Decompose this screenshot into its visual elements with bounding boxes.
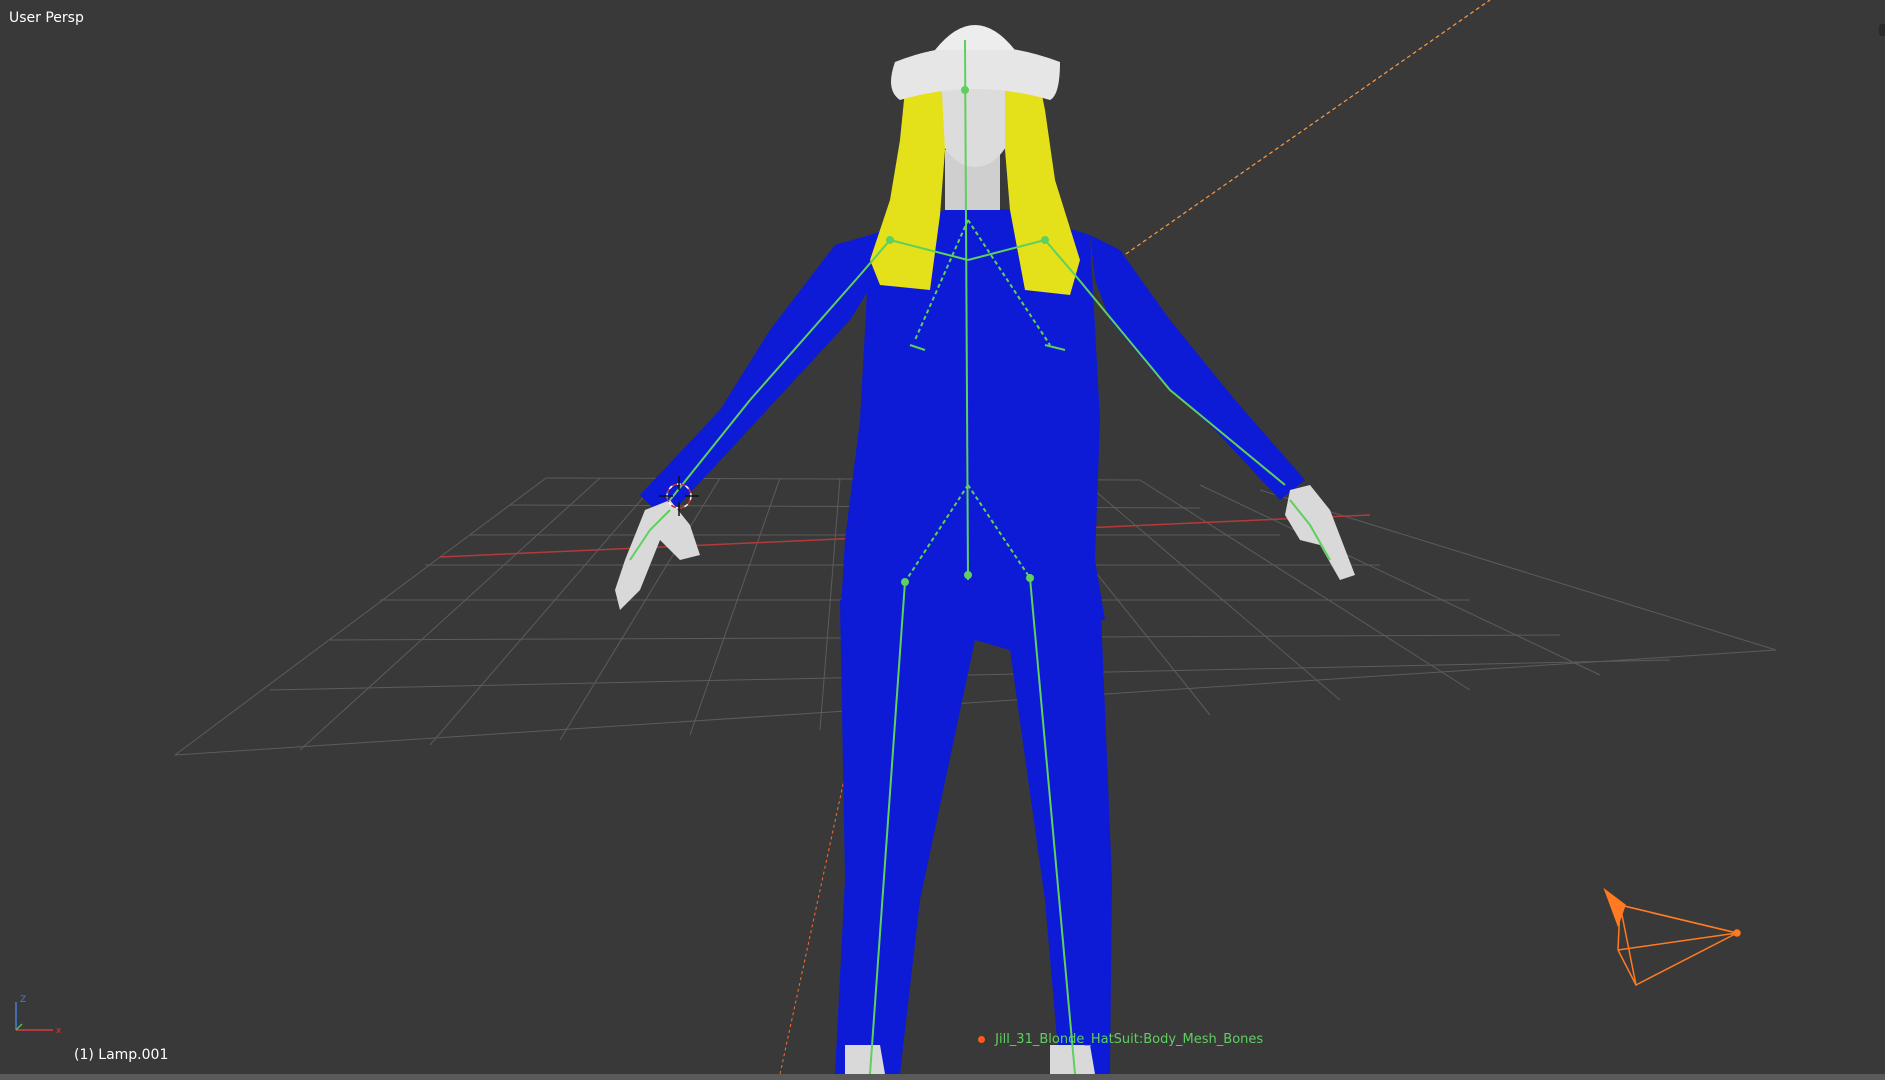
active-object-label: (1) Lamp.001 [74, 1047, 169, 1063]
lamp-direction-line [1119, 0, 1491, 259]
origin-dot-icon [978, 1036, 985, 1043]
svg-text:Z: Z [20, 995, 26, 1005]
object-name-labels: Jill_31_Blonde_HatSuit:Body_Mesh_Bones [978, 1032, 1263, 1047]
3d-viewport[interactable]: User Persp Z x (1) Lamp.001 Jill_31_Blon… [0, 0, 1885, 1080]
svg-text:x: x [56, 1026, 62, 1036]
region-toggle-handle[interactable] [1879, 24, 1885, 36]
view-name-label: User Persp [9, 10, 84, 26]
character-mesh[interactable] [615, 25, 1355, 1074]
object-name-text: Jill_31_Blonde_HatSuit:Body_Mesh_Bones [995, 1032, 1264, 1047]
viewport-scene[interactable] [0, 0, 1885, 1080]
header-strip [0, 1074, 1885, 1080]
lamp-icon[interactable] [1603, 887, 1741, 987]
axis-gizmo-icon: Z x [15, 995, 62, 1036]
